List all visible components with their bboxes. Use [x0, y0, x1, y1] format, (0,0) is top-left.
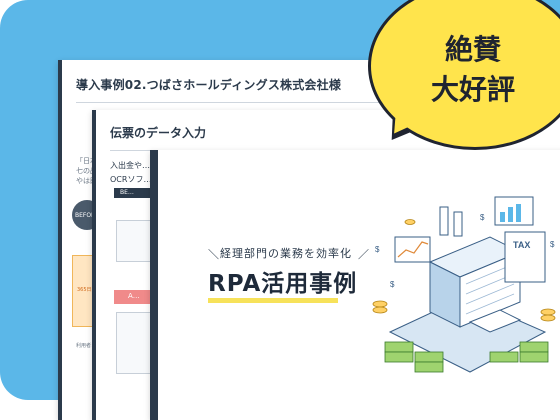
bubble-line-1: 絶賛 — [444, 33, 501, 66]
decorative-slash-right: ／ — [358, 248, 369, 261]
form-thumbnail — [116, 312, 152, 374]
before-header: BE… — [114, 188, 154, 198]
form-thumbnail — [116, 220, 152, 262]
case-study-title: 導入事例02.つばさホールディングス株式会社様 — [76, 78, 342, 92]
accounting-illustration: TAX $ $ $ $ — [372, 196, 556, 373]
bubble-line-2: 大好評 — [430, 73, 515, 106]
before-header-label: BE… — [120, 189, 134, 196]
tax-label: TAX — [513, 240, 530, 250]
svg-text:$: $ — [390, 280, 395, 289]
section-title: 伝票のデータ入力 — [110, 126, 207, 140]
title-highlight — [208, 298, 338, 303]
svg-text:$: $ — [550, 240, 555, 249]
svg-text:$: $ — [480, 213, 485, 222]
tool-icon — [439, 206, 449, 236]
body-text-line: OCRソフ… — [110, 175, 152, 184]
body-text-line: 入出金や… — [110, 161, 150, 170]
after-header-label: A… — [128, 292, 140, 300]
cover-subtitle: 経理部門の業務を効率化 — [220, 247, 352, 260]
bubble-text: 絶賛 大好評 — [418, 30, 528, 110]
chart-card — [394, 236, 431, 263]
tool-icon — [453, 211, 463, 237]
cover-title: RPA活用事例 — [208, 271, 358, 297]
after-header: A… — [114, 290, 154, 304]
decorative-slash-left: ＼ — [208, 248, 219, 261]
svg-text:$: $ — [375, 245, 380, 254]
